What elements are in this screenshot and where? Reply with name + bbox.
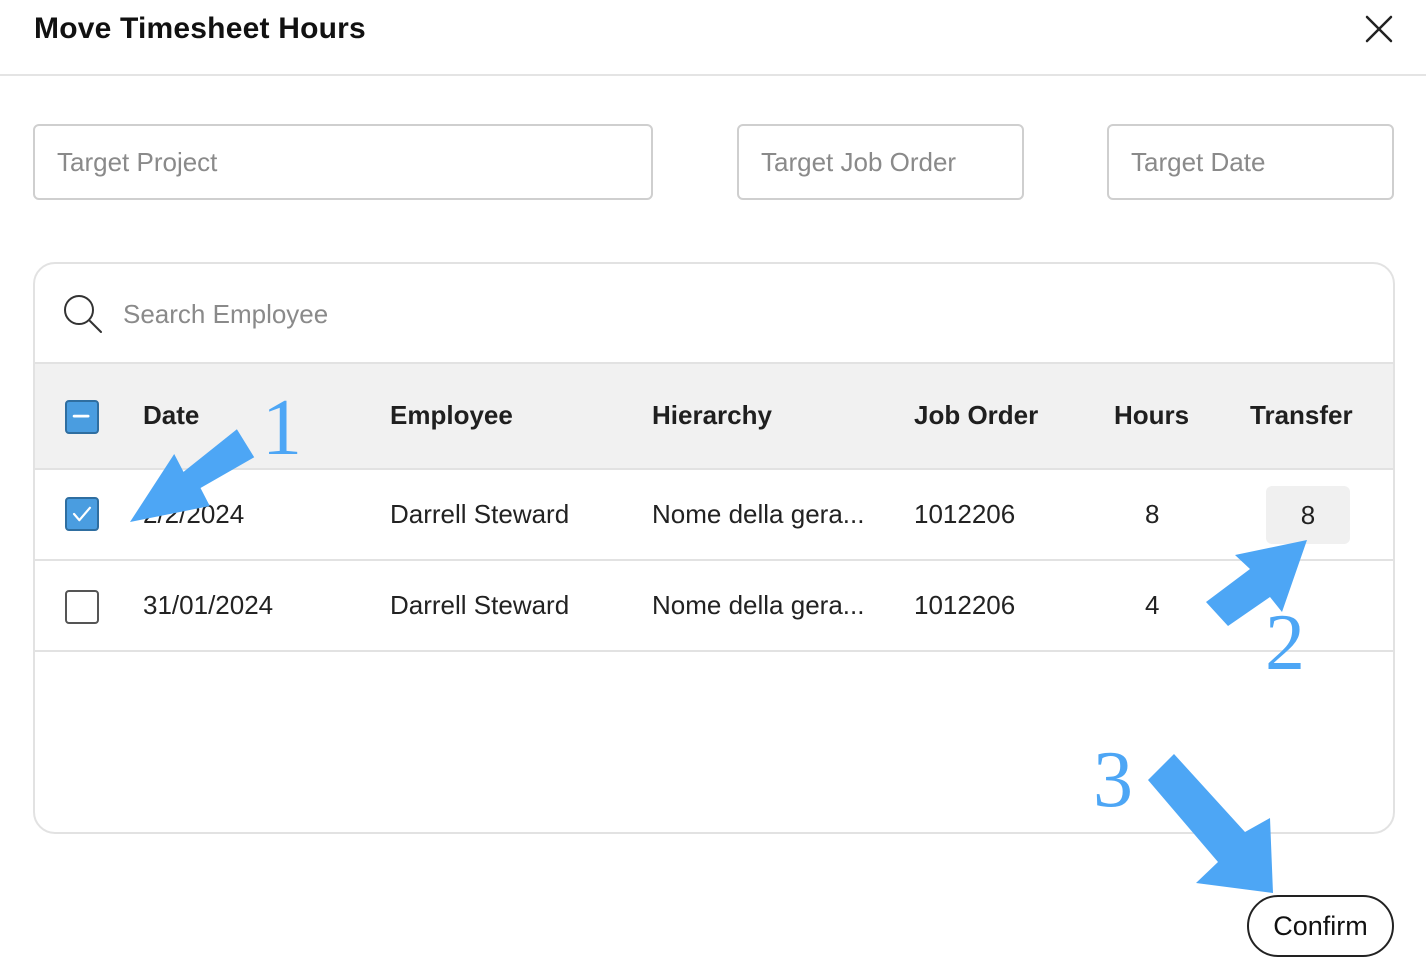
column-header-hierarchy[interactable]: Hierarchy [652,400,772,431]
row-job-order: 1012206 [914,590,1016,620]
close-icon[interactable] [1364,14,1394,44]
column-header-transfer[interactable]: Transfer [1250,400,1353,431]
table-row[interactable]: 2/2/2024 Darrell Steward Nome della gera… [35,470,1393,561]
row-checkbox[interactable] [65,497,99,531]
target-project-field[interactable] [33,124,653,200]
row-employee: Darrell Steward [390,499,570,529]
search-employee-input[interactable] [123,288,823,340]
column-header-date[interactable]: Date [143,400,199,431]
employee-search-bar [35,264,1393,364]
row-hierarchy: Nome della gera... [652,499,865,529]
target-date-input[interactable] [1109,126,1392,198]
column-header-job-order[interactable]: Job Order [914,400,1038,431]
transfer-hours-input[interactable]: 8 [1266,486,1350,544]
row-date: 2/2/2024 [143,499,245,529]
row-employee: Darrell Steward [390,590,570,620]
row-hours: 8 [1145,499,1160,529]
confirm-button[interactable]: Confirm [1247,895,1394,957]
column-header-hours[interactable]: Hours [1114,400,1189,431]
row-date: 31/01/2024 [143,590,274,620]
target-job-order-input[interactable] [739,126,1022,198]
dialog-title: Move Timesheet Hours [34,12,366,45]
select-all-checkbox[interactable] [65,400,99,434]
target-project-input[interactable] [35,126,651,198]
target-job-order-field[interactable] [737,124,1024,200]
row-checkbox[interactable] [65,590,99,624]
row-hierarchy: Nome della gera... [652,590,865,620]
row-hours: 4 [1145,590,1160,620]
search-icon [64,295,102,333]
row-job-order: 1012206 [914,499,1016,529]
table-header: Date Employee Hierarchy Job Order Hours … [35,364,1393,470]
table-row[interactable]: 31/01/2024 Darrell Steward Nome della ge… [35,561,1393,652]
column-header-employee[interactable]: Employee [390,400,513,431]
employee-hours-table: Date Employee Hierarchy Job Order Hours … [33,262,1395,834]
target-date-field[interactable] [1107,124,1394,200]
dialog-header: Move Timesheet Hours [0,0,1426,76]
